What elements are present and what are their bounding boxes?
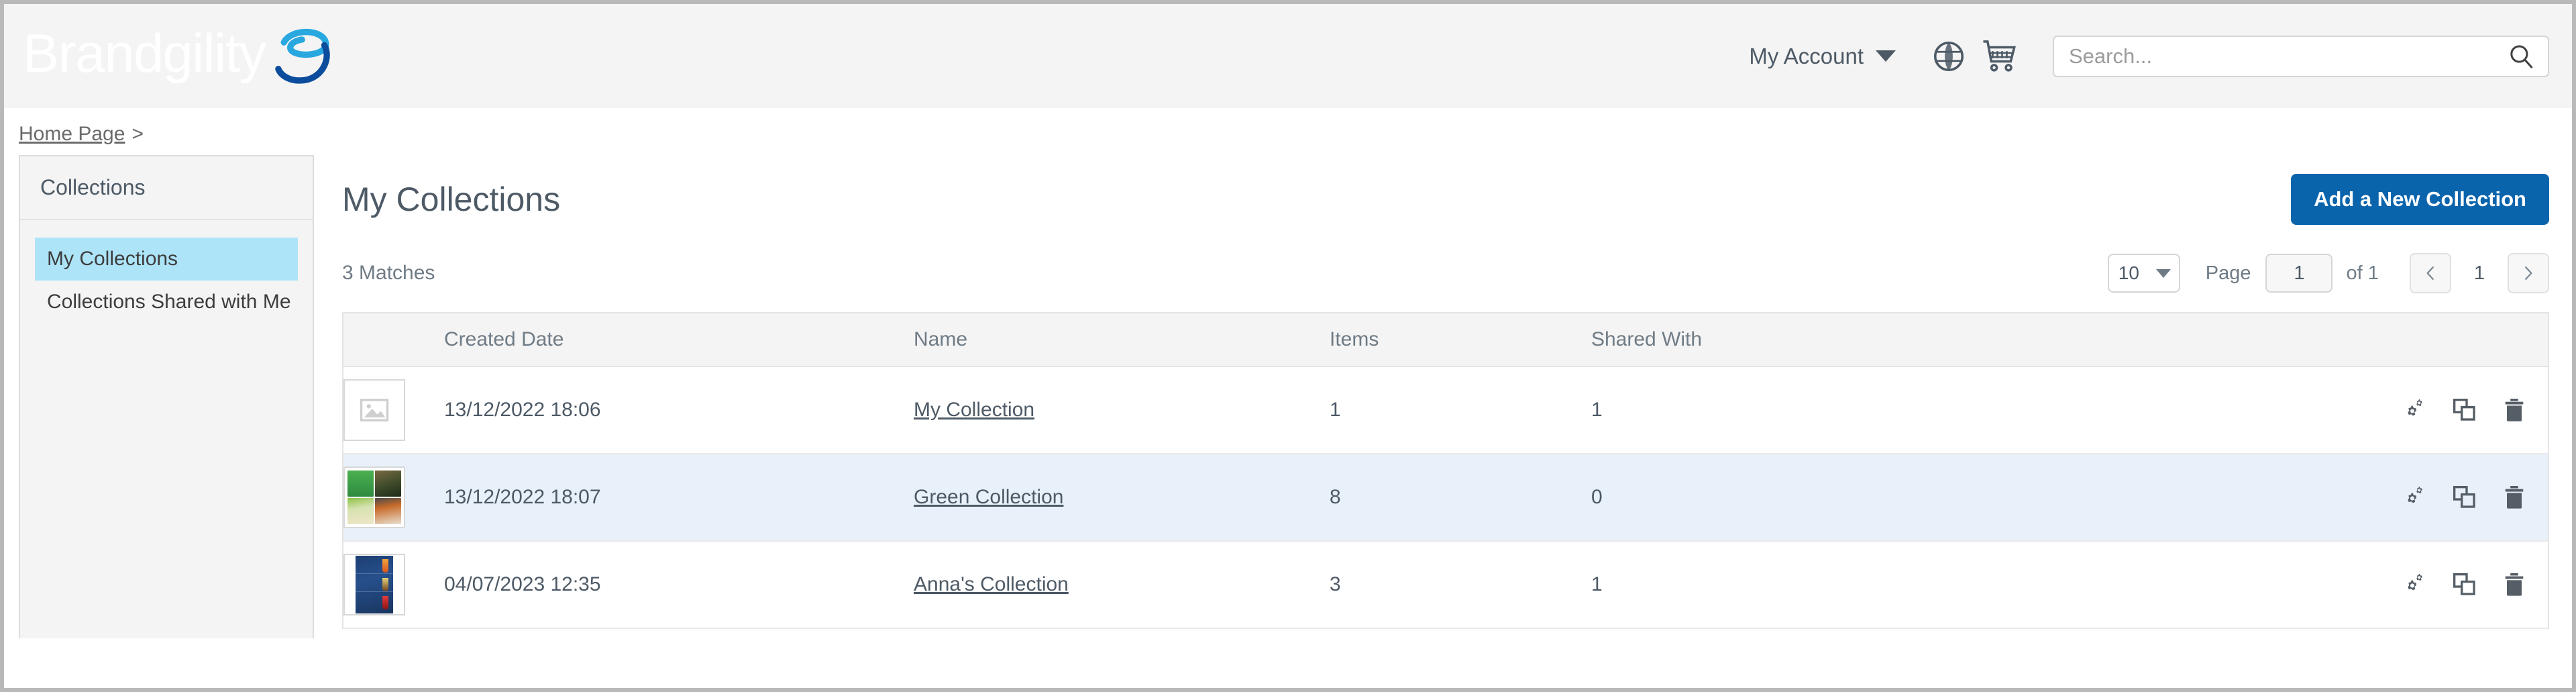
breadcrumb-home-link[interactable]: Home Page: [19, 123, 125, 146]
per-page-value: 10: [2118, 262, 2139, 283]
duplicate-icon[interactable]: [2451, 397, 2478, 424]
match-count-label: 3 Matches: [342, 262, 435, 284]
shopping-cart-icon[interactable]: [1980, 37, 2019, 76]
column-header-created-date[interactable]: Created Date: [444, 313, 914, 367]
table-row[interactable]: 13/12/2022 18:07 Green Collection 8 0: [343, 454, 2548, 541]
row-thumbnail-cell: [343, 541, 444, 628]
green-collage-thumbnail: [343, 466, 405, 528]
current-page-number: 1: [2473, 262, 2485, 284]
row-actions: [2101, 484, 2548, 511]
per-page-select[interactable]: 10: [2107, 254, 2180, 293]
collection-name-link[interactable]: My Collection: [914, 399, 1034, 421]
row-thumbnail-cell: [343, 454, 444, 541]
row-actions-cell: [2101, 541, 2548, 628]
my-account-label: My Account: [1749, 43, 1864, 68]
collection-name-link[interactable]: Anna's Collection: [914, 573, 1069, 595]
settings-gears-icon[interactable]: [2402, 571, 2428, 598]
row-created-date: 04/07/2023 12:35: [444, 573, 601, 595]
sidebar: Collections My Collections Collections S…: [19, 155, 314, 638]
chevron-down-icon: [2155, 268, 2171, 278]
sidebar-item-label: My Collections: [47, 248, 178, 270]
duplicate-icon[interactable]: [2451, 571, 2478, 598]
table-body: 13/12/2022 18:06 My Collection 1 1 13/12…: [343, 366, 2548, 628]
search-icon[interactable]: [2505, 40, 2537, 72]
row-actions: [2101, 571, 2548, 598]
breadcrumb-separator: >: [131, 123, 144, 145]
column-header-actions: [2101, 313, 2548, 367]
row-thumbnail-cell: [343, 366, 444, 454]
row-items-count: 3: [1330, 573, 1341, 595]
collections-table: Created Date Name Items Shared With 13/1…: [343, 313, 2548, 629]
settings-gears-icon[interactable]: [2402, 397, 2428, 424]
duplicate-icon[interactable]: [2451, 484, 2478, 511]
next-page-button[interactable]: [2508, 253, 2549, 293]
globe-icon[interactable]: [1929, 37, 1968, 76]
sidebar-item-collections-shared-with-me[interactable]: Collections Shared with Me: [35, 281, 298, 324]
sidebar-item-label: Collections Shared with Me: [47, 291, 291, 313]
column-header-thumbnail: [343, 313, 444, 367]
collections-table-wrapper: Created Date Name Items Shared With 13/1…: [342, 312, 2549, 629]
table-header-row: Created Date Name Items Shared With: [343, 313, 2548, 367]
page-body: Collections My Collections Collections S…: [4, 155, 2572, 638]
row-actions-cell: [2101, 454, 2548, 541]
header-right-group: My Account: [1749, 35, 2549, 77]
collection-name-link[interactable]: Green Collection: [914, 486, 1063, 508]
delete-trash-icon[interactable]: [2501, 397, 2528, 424]
delete-trash-icon[interactable]: [2501, 484, 2528, 511]
row-created-date: 13/12/2022 18:06: [444, 399, 601, 421]
brand-logo-text: Brandgility: [23, 23, 266, 84]
table-row[interactable]: 04/07/2023 12:35 Anna's Collection 3 1: [343, 541, 2548, 628]
main-header: My Collections Add a New Collection: [342, 155, 2572, 225]
page-number-input[interactable]: [2265, 254, 2333, 293]
column-header-shared-with[interactable]: Shared With: [1591, 313, 2101, 367]
page-title: My Collections: [342, 181, 561, 218]
settings-gears-icon[interactable]: [2402, 484, 2428, 511]
row-items-count: 1: [1330, 399, 1341, 421]
pagination-controls: 10 Page of 1 1: [2107, 253, 2549, 293]
brand-logo[interactable]: Brandgility: [23, 21, 334, 91]
row-actions: [2101, 397, 2548, 424]
row-actions-cell: [2101, 366, 2548, 454]
row-shared-with-count: 0: [1591, 486, 1603, 508]
row-shared-with-count: 1: [1591, 399, 1603, 421]
delete-trash-icon[interactable]: [2501, 571, 2528, 598]
breadcrumb: Home Page >: [4, 108, 2572, 155]
main-panel: My Collections Add a New Collection 3 Ma…: [314, 155, 2572, 638]
column-header-items[interactable]: Items: [1330, 313, 1591, 367]
row-name-cell: Green Collection: [914, 454, 1330, 541]
column-header-name[interactable]: Name: [914, 313, 1330, 367]
table-header: Created Date Name Items Shared With: [343, 313, 2548, 367]
search-input[interactable]: [2069, 44, 2505, 68]
row-shared-with-count: 1: [1591, 573, 1603, 595]
row-name-cell: My Collection: [914, 366, 1330, 454]
page-label: Page: [2205, 262, 2251, 284]
my-account-menu[interactable]: My Account: [1749, 44, 1896, 69]
sidebar-list: My Collections Collections Shared with M…: [20, 220, 313, 324]
chevron-down-icon: [1876, 50, 1896, 62]
site-header: Brandgility My Account: [4, 4, 2572, 108]
sidebar-title: Collections: [20, 156, 313, 220]
browser-viewport: Brandgility My Account Search... Home Pa…: [0, 0, 2576, 692]
table-row[interactable]: 13/12/2022 18:06 My Collection 1 1: [343, 366, 2548, 454]
add-a-new-collection-button[interactable]: Add a New Collection: [2291, 174, 2549, 225]
row-created-date: 13/12/2022 18:07: [444, 486, 601, 508]
blue-cocktail-poster-thumbnail: [343, 554, 405, 615]
results-toolbar: 3 Matches 10 Page of 1 1: [342, 225, 2572, 293]
swirl-logo-icon: [262, 21, 334, 91]
row-name-cell: Anna's Collection: [914, 541, 1330, 628]
row-items-count: 8: [1330, 486, 1341, 508]
image-placeholder-icon: [343, 379, 405, 441]
page-total-label: of 1: [2346, 262, 2379, 284]
sidebar-item-my-collections[interactable]: My Collections: [35, 238, 298, 281]
search-box[interactable]: [2053, 35, 2549, 77]
previous-page-button[interactable]: [2409, 253, 2451, 293]
